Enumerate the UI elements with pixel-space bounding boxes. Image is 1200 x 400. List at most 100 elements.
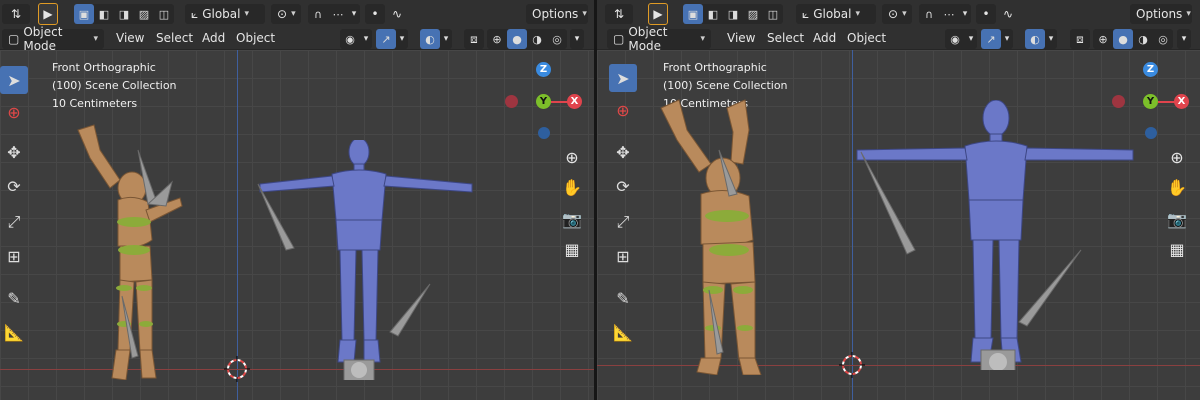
transform-all-icon[interactable]: ⊞ (0, 242, 28, 270)
gizmo-icon[interactable]: ↗ (981, 29, 1001, 49)
measure-icon[interactable]: 📐 (0, 318, 28, 346)
chevron-down-icon[interactable]: ▾ (570, 29, 584, 49)
menu-add[interactable]: Add (202, 31, 225, 45)
gizmo-y[interactable]: Y (1143, 94, 1158, 109)
eye-icon[interactable]: ◉ (945, 29, 965, 49)
gizmo-icon[interactable]: ↗ (376, 29, 396, 49)
shading-material-icon[interactable]: ◑ (1133, 29, 1153, 49)
pivot-dropdown[interactable]: ⊙ ▾ (271, 4, 301, 24)
falloff-curve-icon[interactable]: ∿ (998, 4, 1018, 24)
mode-dropdown[interactable]: ▢ Object Mode ▾ (2, 25, 104, 53)
options-dropdown[interactable]: Options ▾ (526, 4, 588, 24)
select-invert-icon[interactable]: ▨ (134, 4, 154, 24)
chevron-down-icon[interactable]: ▾ (348, 4, 360, 24)
camera-icon[interactable]: 📷 (1164, 206, 1190, 232)
viewport-canvas[interactable]: Front Orthographic (100) Scene Collectio… (597, 50, 1200, 400)
cursor-icon[interactable]: ⊕ (609, 96, 637, 124)
zoom-icon[interactable]: ⊕ (1164, 144, 1190, 170)
falloff-curve-icon[interactable]: ∿ (387, 4, 407, 24)
measure-icon[interactable]: 📐 (609, 318, 637, 346)
pivot-dropdown[interactable]: ⊙ ▾ (882, 4, 912, 24)
chevron-down-icon[interactable]: ▾ (959, 4, 971, 24)
select-intersect-icon[interactable]: ◫ (154, 4, 174, 24)
menu-object[interactable]: Object (847, 31, 886, 45)
menu-view[interactable]: View (727, 31, 755, 45)
select-box-icon[interactable]: ➤ (0, 66, 28, 94)
overlay-icon[interactable]: ◐ (1025, 29, 1045, 49)
select-subtract-icon[interactable]: ◨ (723, 4, 743, 24)
gizmo-neg-y[interactable] (1145, 127, 1157, 139)
annotate-icon[interactable]: ✎ (609, 284, 637, 312)
snap-increment-icon[interactable]: ⋯ (328, 4, 348, 24)
select-invert-icon[interactable]: ▨ (743, 4, 763, 24)
move-icon[interactable]: ✥ (609, 138, 637, 166)
move-icon[interactable]: ✥ (0, 138, 28, 166)
menu-object[interactable]: Object (236, 31, 275, 45)
select-new-icon[interactable]: ▣ (74, 4, 94, 24)
grid-icon[interactable]: ▦ (559, 236, 585, 262)
select-extend-icon[interactable]: ◧ (703, 4, 723, 24)
annotate-icon[interactable]: ✎ (0, 284, 28, 312)
chevron-down-icon[interactable]: ▾ (440, 29, 452, 49)
gizmo-z[interactable]: Z (536, 62, 551, 77)
viewport-left[interactable]: ⇅ ▶ ▣ ◧ ◨ ▨ ◫ ⟀ Global ▾ ⊙ ▾ ∩ ⋯ ▾ • ∿ O… (0, 0, 594, 400)
chevron-down-icon[interactable]: ▾ (1001, 29, 1013, 49)
orientation-dropdown[interactable]: ⟀ Global ▾ (796, 4, 876, 24)
chevron-down-icon[interactable]: ▾ (396, 29, 408, 49)
scale-icon[interactable]: ⤢ (0, 208, 28, 236)
menu-select[interactable]: Select (156, 31, 193, 45)
orientation-dropdown[interactable]: ⟀ Global ▾ (185, 4, 265, 24)
shading-rendered-icon[interactable]: ◎ (547, 29, 567, 49)
cursor-icon[interactable]: ⊕ (0, 98, 28, 126)
shading-material-icon[interactable]: ◑ (527, 29, 547, 49)
select-box-icon[interactable]: ➤ (609, 64, 637, 92)
select-extend-icon[interactable]: ◧ (94, 4, 114, 24)
transform-pivot-icon[interactable]: ⇅ (2, 4, 30, 24)
mode-dropdown[interactable]: ▢ Object Mode ▾ (607, 25, 711, 53)
zoom-icon[interactable]: ⊕ (559, 144, 585, 170)
select-tool-icon[interactable]: ▶ (648, 3, 668, 25)
shading-solid-icon[interactable]: ● (1113, 29, 1133, 49)
chevron-down-icon[interactable]: ▾ (360, 29, 372, 49)
select-subtract-icon[interactable]: ◨ (114, 4, 134, 24)
menu-view[interactable]: View (116, 31, 144, 45)
rotate-icon[interactable]: ⟳ (0, 172, 28, 200)
chevron-down-icon[interactable]: ▾ (1045, 29, 1057, 49)
hand-icon[interactable]: ✋ (559, 174, 585, 200)
select-intersect-icon[interactable]: ◫ (763, 4, 783, 24)
viewport-right[interactable]: ⇅ ▶ ▣ ◧ ◨ ▨ ◫ ⟀ Global ▾ ⊙ ▾ ∩ ⋯ ▾ • ∿ O… (597, 0, 1200, 400)
rotate-icon[interactable]: ⟳ (609, 172, 637, 200)
gizmo-neg-x[interactable] (505, 95, 518, 108)
shading-wireframe-icon[interactable]: ⊕ (487, 29, 507, 49)
snap-magnet-icon[interactable]: ∩ (919, 4, 939, 24)
gizmo-x[interactable]: X (1174, 94, 1189, 109)
menu-select[interactable]: Select (767, 31, 804, 45)
select-tool-icon[interactable]: ▶ (38, 3, 58, 25)
shading-rendered-icon[interactable]: ◎ (1153, 29, 1173, 49)
gizmo-z[interactable]: Z (1143, 62, 1158, 77)
gizmo-neg-y[interactable] (538, 127, 550, 139)
proportional-edit-icon[interactable]: • (365, 4, 385, 24)
select-new-icon[interactable]: ▣ (683, 4, 703, 24)
shading-solid-icon[interactable]: ● (507, 29, 527, 49)
hand-icon[interactable]: ✋ (1164, 174, 1190, 200)
gizmo-y[interactable]: Y (536, 94, 551, 109)
snap-increment-icon[interactable]: ⋯ (939, 4, 959, 24)
xray-icon[interactable]: ⧈ (1070, 29, 1090, 49)
grid-icon[interactable]: ▦ (1164, 236, 1190, 262)
shading-wireframe-icon[interactable]: ⊕ (1093, 29, 1113, 49)
menu-add[interactable]: Add (813, 31, 836, 45)
transform-pivot-icon[interactable]: ⇅ (605, 4, 633, 24)
camera-icon[interactable]: 📷 (559, 206, 585, 232)
viewport-canvas[interactable]: Front Orthographic (100) Scene Collectio… (0, 50, 594, 400)
gizmo-x[interactable]: X (567, 94, 582, 109)
transform-all-icon[interactable]: ⊞ (609, 242, 637, 270)
scale-icon[interactable]: ⤢ (609, 208, 637, 236)
chevron-down-icon[interactable]: ▾ (965, 29, 977, 49)
options-dropdown[interactable]: Options ▾ (1130, 4, 1192, 24)
eye-icon[interactable]: ◉ (340, 29, 360, 49)
snap-magnet-icon[interactable]: ∩ (308, 4, 328, 24)
xray-icon[interactable]: ⧈ (464, 29, 484, 49)
proportional-edit-icon[interactable]: • (976, 4, 996, 24)
overlay-icon[interactable]: ◐ (420, 29, 440, 49)
